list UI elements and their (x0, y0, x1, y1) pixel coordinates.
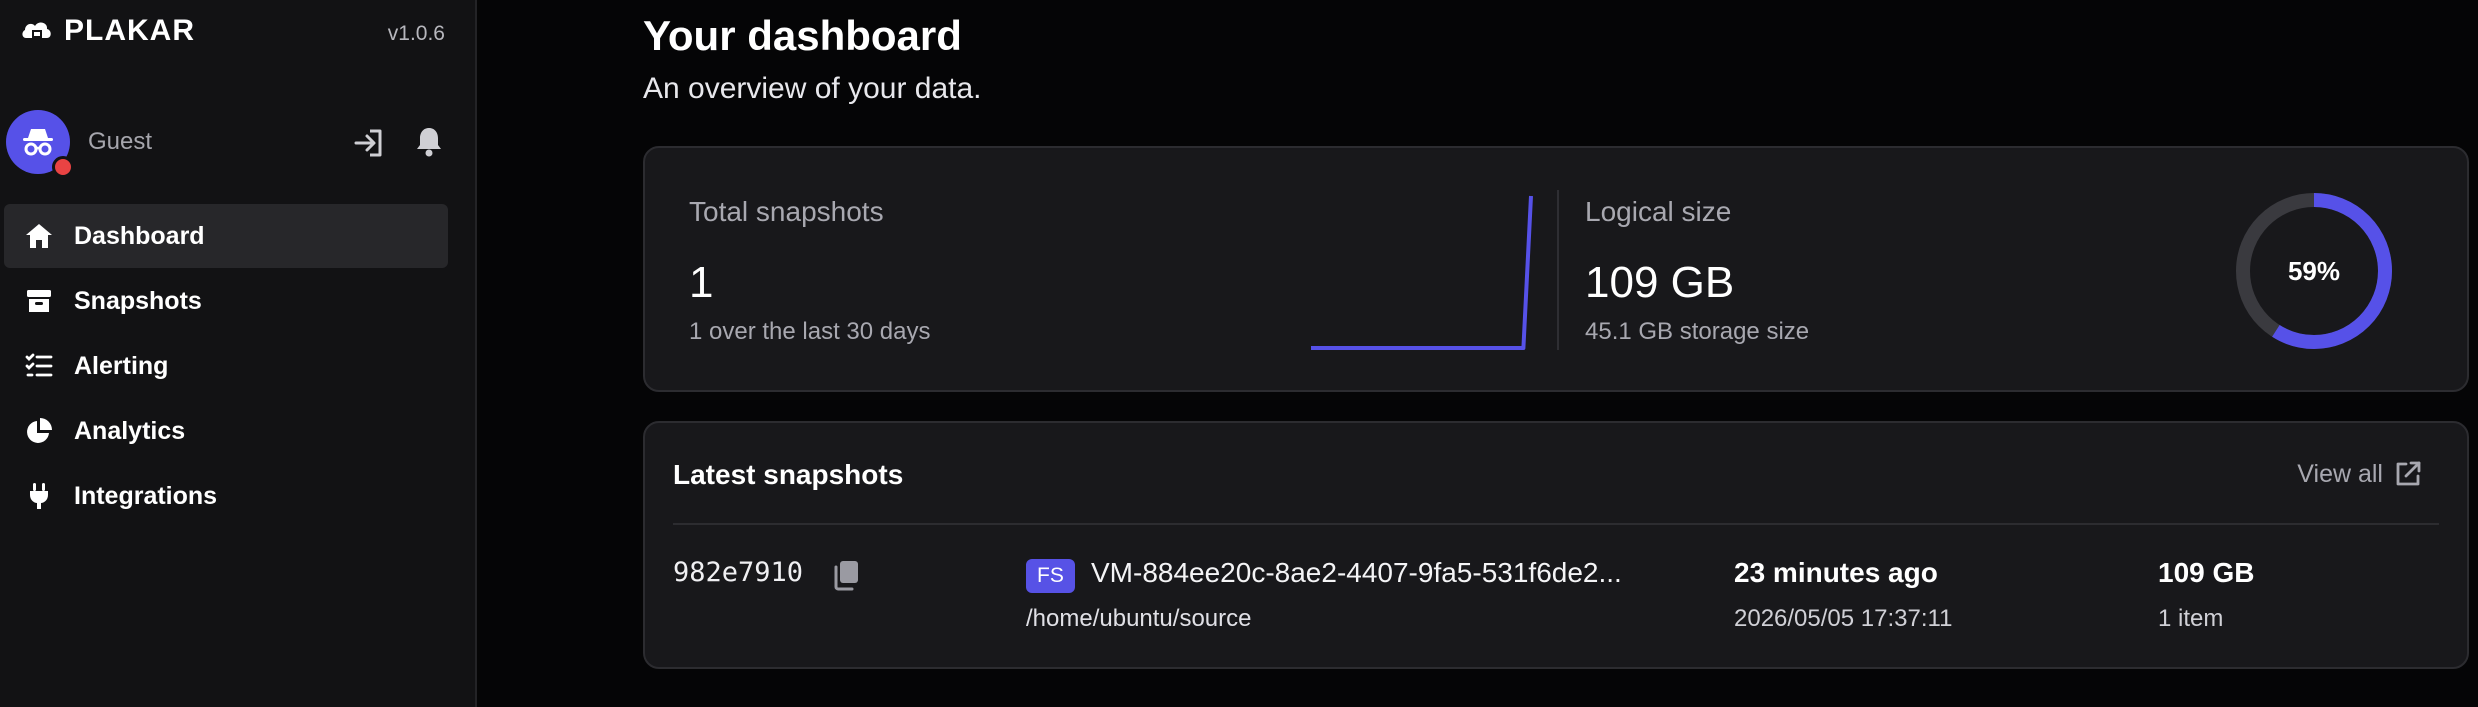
snapshots-sparkline (1311, 195, 1533, 350)
page-subtitle: An overview of your data. (643, 72, 982, 105)
snapshot-timestamp: 2026/05/05 17:37:11 (1734, 605, 1953, 632)
brand[interactable]: PLAKAR (20, 14, 195, 48)
sidebar-nav: Dashboard Snapshots Alerting Analytics I… (4, 204, 448, 529)
incognito-icon (23, 129, 53, 156)
sidebar-item-snapshots[interactable]: Snapshots (4, 269, 448, 333)
sidebar-item-label: Analytics (74, 416, 186, 445)
user-panel: Guest (6, 110, 458, 178)
home-icon (24, 221, 54, 251)
user-name: Guest (88, 128, 153, 155)
bell-icon[interactable] (412, 124, 446, 158)
snapshot-path: /home/ubuntu/source (1026, 605, 1252, 632)
source-type-badge: FS (1026, 559, 1075, 593)
sidebar: PLAKAR v1.0.6 Guest Dashboard Snapshots … (0, 0, 477, 707)
archive-icon (24, 286, 54, 316)
sidebar-item-dashboard[interactable]: Dashboard (4, 204, 448, 268)
total-snapshots-sub: 1 over the last 30 days (689, 318, 931, 345)
storage-size-sub: 45.1 GB storage size (1585, 318, 1810, 345)
logical-size-value: 109 GB (1585, 258, 1735, 307)
sidebar-item-label: Dashboard (74, 221, 205, 250)
view-all-link[interactable]: View all (2297, 459, 2423, 489)
sidebar-item-analytics[interactable]: Analytics (4, 399, 448, 463)
plug-icon (24, 481, 54, 511)
latest-snapshots-card: Latest snapshots View all 982e7910 FS VM… (643, 421, 2469, 669)
sidebar-item-integrations[interactable]: Integrations (4, 464, 448, 528)
total-snapshots-label: Total snapshots (689, 196, 884, 227)
external-link-icon (2396, 461, 2421, 486)
checklist-icon (24, 351, 54, 381)
sidebar-item-label: Alerting (74, 351, 169, 380)
snapshot-name: VM-884ee20c-8ae2-4407-9fa5-531f6de2... (1091, 557, 1622, 588)
version-label: v1.0.6 (387, 22, 445, 45)
page-title: Your dashboard (643, 12, 962, 59)
copy-icon[interactable] (831, 559, 861, 591)
header-divider (673, 523, 2439, 525)
plakar-logo-icon (22, 22, 51, 38)
brand-name: PLAKAR (64, 14, 195, 47)
stats-card: Total snapshots 1 1 over the last 30 day… (643, 146, 2469, 392)
app-root: PLAKAR v1.0.6 Guest Dashboard Snapshots … (0, 0, 2478, 707)
status-dot (52, 156, 74, 178)
pie-chart-icon (24, 416, 54, 446)
login-icon[interactable] (352, 126, 386, 160)
snapshot-size: 109 GB (2158, 557, 2255, 588)
latest-snapshots-title: Latest snapshots (673, 459, 904, 490)
stats-divider (1557, 190, 1559, 350)
total-snapshots-value: 1 (689, 258, 714, 307)
snapshot-relative-time: 23 minutes ago (1734, 557, 1938, 588)
snapshot-id: 982e7910 (673, 557, 804, 588)
logical-size-label: Logical size (1585, 196, 1732, 227)
sidebar-item-label: Snapshots (74, 286, 202, 315)
snapshot-item-count: 1 item (2158, 605, 2224, 632)
view-all-label: View all (2297, 459, 2383, 488)
sidebar-item-alerting[interactable]: Alerting (4, 334, 448, 398)
storage-ratio-label: 59% (2287, 255, 2341, 286)
sparkline-series (1311, 195, 1533, 350)
sidebar-item-label: Integrations (74, 481, 218, 510)
